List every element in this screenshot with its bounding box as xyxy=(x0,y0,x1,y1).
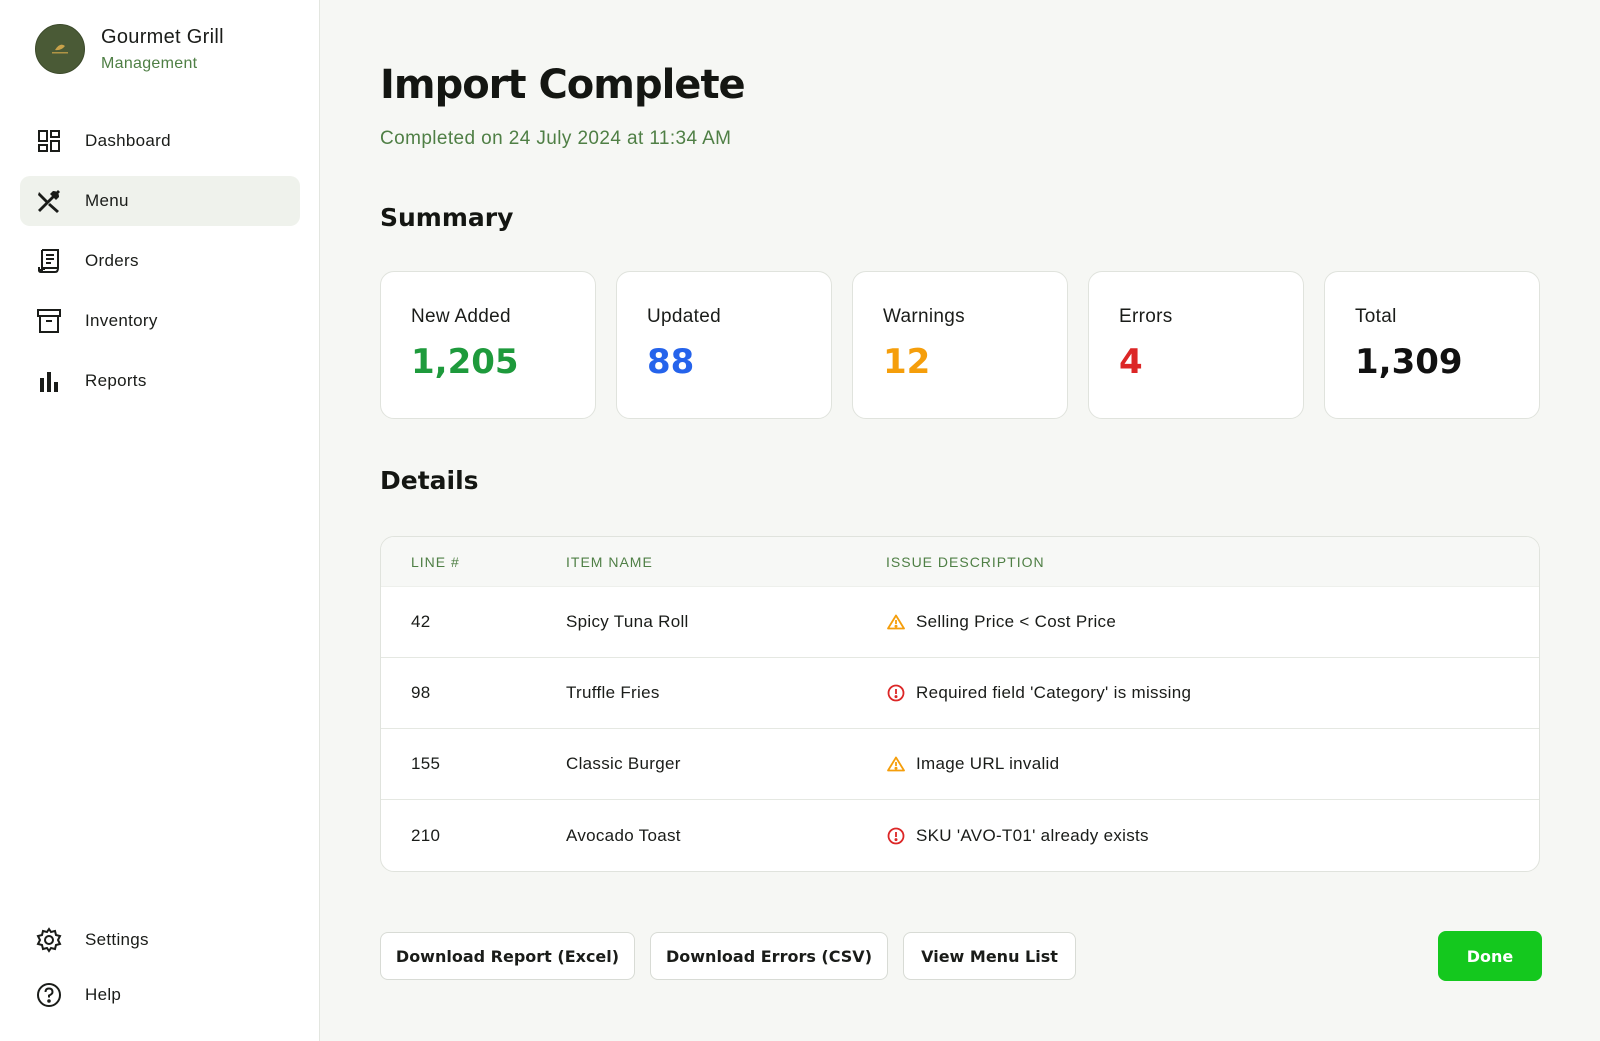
column-header-line: LINE # xyxy=(411,553,460,570)
table-header: LINE # ITEM NAME ISSUE DESCRIPTION xyxy=(381,537,1539,587)
sidebar-item-label: Reports xyxy=(85,371,147,390)
sidebar-item-label: Orders xyxy=(85,251,139,270)
card-label: Updated xyxy=(647,306,721,327)
sidebar-item-settings[interactable]: Settings xyxy=(20,915,300,965)
brand-name: Gourmet Grill xyxy=(101,25,224,48)
receipt-icon xyxy=(36,248,62,274)
summary-card-updated: Updated 88 xyxy=(616,271,832,419)
summary-title: Summary xyxy=(380,203,514,232)
dashboard-icon xyxy=(36,128,62,154)
line-number: 155 xyxy=(411,754,441,773)
summary-card-new-added: New Added 1,205 xyxy=(380,271,596,419)
logo-icon xyxy=(45,40,75,58)
sidebar-item-orders[interactable]: Orders xyxy=(20,236,300,286)
help-circle-icon xyxy=(36,982,62,1008)
page-title: Import Complete xyxy=(380,62,746,108)
line-number: 98 xyxy=(411,683,431,702)
sidebar-item-inventory[interactable]: Inventory xyxy=(20,296,300,346)
table-row: 98 Truffle Fries Required field 'Categor… xyxy=(381,658,1539,729)
page-subtitle: Completed on 24 July 2024 at 11:34 AM xyxy=(380,128,732,149)
card-label: Errors xyxy=(1119,306,1173,327)
warning-triangle-icon xyxy=(886,612,906,632)
item-name: Spicy Tuna Roll xyxy=(566,612,689,631)
line-number: 42 xyxy=(411,612,431,631)
secondary-nav: Settings Help xyxy=(20,915,300,1025)
line-number: 210 xyxy=(411,825,441,845)
card-value: 12 xyxy=(883,342,931,382)
error-circle-icon xyxy=(886,826,906,846)
table-row: 210 Avocado Toast SKU 'AVO-T01' already … xyxy=(381,800,1539,871)
sidebar: Gourmet Grill Management Dashboard Menu … xyxy=(0,0,320,1041)
issue-description: Required field 'Category' is missing xyxy=(916,683,1192,702)
sidebar-item-label: Menu xyxy=(85,191,129,210)
main-nav: Dashboard Menu Orders Inventory Reports xyxy=(20,116,300,416)
warning-triangle-icon xyxy=(886,754,906,774)
error-circle-icon xyxy=(886,683,906,703)
download-errors-button[interactable]: Download Errors (CSV) xyxy=(650,932,888,980)
card-value: 4 xyxy=(1119,342,1143,382)
main-content: Import Complete Completed on 24 July 202… xyxy=(320,0,1600,1041)
card-label: Warnings xyxy=(883,306,965,327)
sidebar-item-label: Help xyxy=(85,985,122,1004)
issue-description: SKU 'AVO-T01' already exists xyxy=(916,825,1149,845)
details-table: LINE # ITEM NAME ISSUE DESCRIPTION 42 Sp… xyxy=(380,536,1540,872)
column-header-issue: ISSUE DESCRIPTION xyxy=(886,553,1045,570)
summary-card-warnings: Warnings 12 xyxy=(852,271,1068,419)
item-name: Classic Burger xyxy=(566,754,681,773)
sidebar-item-label: Dashboard xyxy=(85,131,171,150)
card-value: 88 xyxy=(647,342,695,382)
download-report-button[interactable]: Download Report (Excel) xyxy=(380,932,635,980)
summary-card-total: Total 1,309 xyxy=(1324,271,1540,419)
summary-card-errors: Errors 4 xyxy=(1088,271,1304,419)
item-name: Avocado Toast xyxy=(566,825,681,845)
details-title: Details xyxy=(380,466,479,495)
brand-subtitle: Management xyxy=(101,54,198,72)
issue-description: Selling Price < Cost Price xyxy=(916,612,1117,631)
table-row: 155 Classic Burger Image URL invalid xyxy=(381,729,1539,800)
sidebar-item-label: Inventory xyxy=(85,311,158,330)
sidebar-item-label: Settings xyxy=(85,930,149,949)
view-menu-list-button[interactable]: View Menu List xyxy=(903,932,1076,980)
table-row: 42 Spicy Tuna Roll Selling Price < Cost … xyxy=(381,587,1539,658)
card-label: Total xyxy=(1355,306,1397,327)
sidebar-item-help[interactable]: Help xyxy=(20,970,300,1020)
sidebar-item-reports[interactable]: Reports xyxy=(20,356,300,406)
utensils-icon xyxy=(36,188,62,214)
summary-cards: New Added 1,205 Updated 88 Warnings 12 E… xyxy=(380,271,1540,419)
sidebar-item-dashboard[interactable]: Dashboard xyxy=(20,116,300,166)
issue-description: Image URL invalid xyxy=(916,754,1060,773)
item-name: Truffle Fries xyxy=(566,683,660,702)
sidebar-item-menu[interactable]: Menu xyxy=(20,176,300,226)
archive-box-icon xyxy=(36,308,62,334)
card-label: New Added xyxy=(411,306,511,327)
column-header-item: ITEM NAME xyxy=(566,553,653,570)
brand: Gourmet Grill Management xyxy=(35,24,224,74)
card-value: 1,309 xyxy=(1355,342,1463,382)
bar-chart-icon xyxy=(36,368,62,394)
done-button[interactable]: Done xyxy=(1438,931,1542,981)
card-value: 1,205 xyxy=(411,342,519,382)
gear-icon xyxy=(36,927,62,953)
avatar xyxy=(35,24,85,74)
